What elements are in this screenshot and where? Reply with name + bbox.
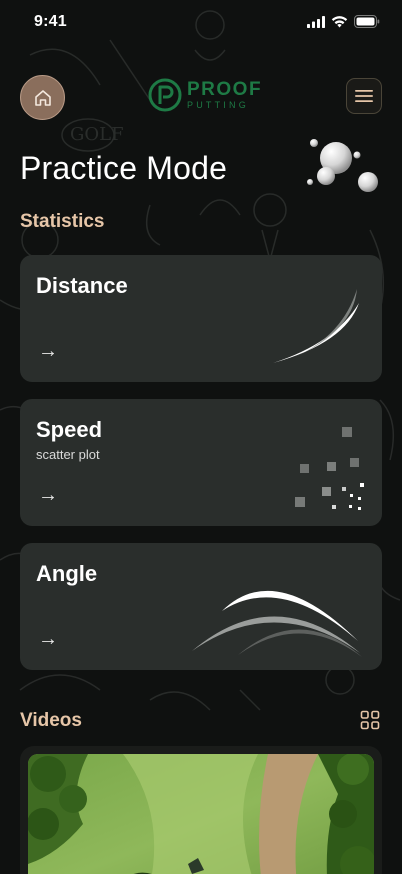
- home-icon: [34, 89, 51, 106]
- statistics-section-label: Statistics: [20, 211, 105, 232]
- brand-logo: PROOF PUTTING: [148, 78, 262, 112]
- menu-icon: [355, 90, 373, 102]
- video-card[interactable]: [20, 746, 382, 874]
- arrow-right-icon[interactable]: →: [38, 484, 58, 507]
- card-title: Speed: [36, 417, 103, 442]
- arrow-right-icon[interactable]: →: [38, 628, 58, 651]
- app-header: PROOF PUTTING: [0, 72, 402, 120]
- distance-card[interactable]: Distance →: [20, 255, 382, 382]
- menu-button[interactable]: [346, 78, 382, 114]
- battery-icon: [354, 15, 380, 28]
- card-subtitle: scatter plot: [36, 447, 100, 462]
- speed-card[interactable]: Speed scatter plot →: [20, 399, 382, 526]
- speed-scatter-graphic: [295, 427, 364, 510]
- distance-curve-graphic: [273, 289, 359, 363]
- arrow-right-icon[interactable]: →: [38, 340, 58, 363]
- grid-icon[interactable]: [360, 710, 380, 730]
- signal-icon: [307, 15, 325, 28]
- wifi-icon: [331, 15, 348, 27]
- videos-section-label: Videos: [20, 710, 82, 731]
- status-icons: [307, 15, 380, 28]
- angle-arcs-graphic: [192, 590, 362, 657]
- page-title: Practice Mode: [20, 150, 228, 186]
- status-time: 9:41: [34, 13, 67, 30]
- card-title: Distance: [36, 273, 128, 298]
- golf-balls-illustration: [307, 139, 378, 192]
- svg-text:GOLF: GOLF: [70, 124, 124, 145]
- logo-mark-icon: [148, 78, 182, 112]
- status-bar: 9:41: [0, 0, 402, 46]
- card-title: Angle: [36, 561, 98, 586]
- golf-course-thumbnail[interactable]: [28, 754, 374, 874]
- angle-card[interactable]: Angle →: [20, 543, 382, 670]
- logo-word-putting: PUTTING: [187, 100, 249, 110]
- logo-word-proof: PROOF: [187, 79, 263, 100]
- home-button[interactable]: [20, 75, 65, 120]
